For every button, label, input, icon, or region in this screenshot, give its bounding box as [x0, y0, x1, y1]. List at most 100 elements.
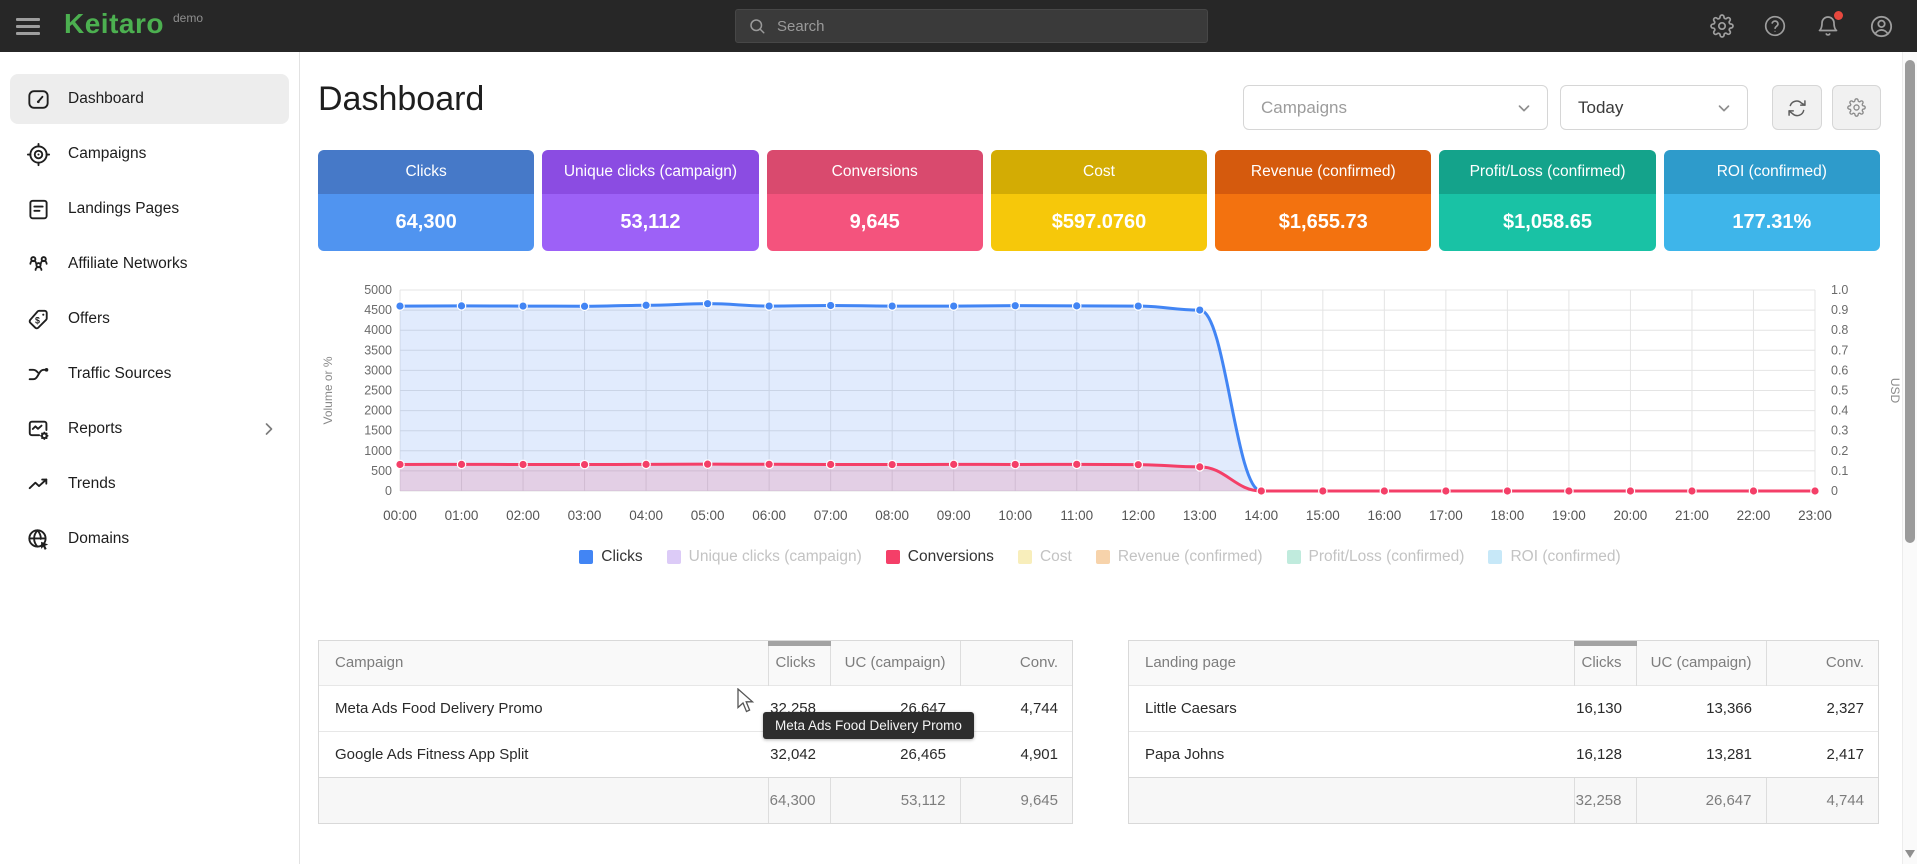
legend-swatch [1488, 550, 1502, 564]
sidebar-item-offers[interactable]: $Offers [10, 294, 289, 344]
column-header-uc-campaign[interactable]: UC (campaign) [1636, 641, 1766, 685]
svg-text:18:00: 18:00 [1490, 508, 1524, 523]
legend-item-profit-loss-confirmed[interactable]: Profit/Loss (confirmed) [1287, 548, 1465, 566]
sidebar-item-trends[interactable]: Trends [10, 459, 289, 509]
row-name-link[interactable]: Little Caesars [1129, 685, 1574, 731]
legend-item-revenue-confirmed[interactable]: Revenue (confirmed) [1096, 548, 1263, 566]
svg-text:08:00: 08:00 [875, 508, 909, 523]
sidebar-item-label: Offers [68, 310, 110, 328]
campaigns-filter-select[interactable]: Campaigns [1243, 85, 1548, 130]
legend-item-clicks[interactable]: Clicks [579, 548, 642, 566]
sidebar-item-affiliate-networks[interactable]: Affiliate Networks [10, 239, 289, 289]
stat-card-label: ROI (confirmed) [1664, 150, 1880, 194]
search-input[interactable] [777, 18, 1195, 35]
svg-text:5000: 5000 [364, 283, 392, 297]
total-value [319, 777, 768, 823]
column-header-campaign[interactable]: Campaign [319, 641, 768, 685]
legend-label: Unique clicks (campaign) [689, 548, 862, 566]
svg-text:0.4: 0.4 [1831, 404, 1848, 418]
period-filter-select[interactable]: Today [1560, 85, 1748, 130]
chevron-down-icon [1515, 99, 1533, 117]
scrollbar-track[interactable] [1902, 52, 1917, 864]
svg-text:21:00: 21:00 [1675, 508, 1709, 523]
totals-row: 32,25826,6474,744 [1129, 777, 1878, 823]
help-icon[interactable] [1763, 13, 1789, 39]
dashboard-icon [26, 86, 52, 112]
gear-icon [1847, 98, 1866, 117]
column-header-clicks[interactable]: Clicks [1574, 641, 1636, 685]
refresh-button[interactable] [1772, 85, 1822, 130]
sidebar-item-dashboard[interactable]: Dashboard [10, 74, 289, 124]
svg-text:0.9: 0.9 [1831, 303, 1848, 317]
svg-text:1500: 1500 [364, 424, 392, 438]
svg-text:1.0: 1.0 [1831, 283, 1848, 297]
legend-item-unique-clicks-campaign[interactable]: Unique clicks (campaign) [667, 548, 862, 566]
notifications-bell-icon[interactable] [1816, 13, 1842, 39]
legend-item-conversions[interactable]: Conversions [886, 548, 994, 566]
traffic-sources-icon [26, 361, 52, 387]
column-header-landing-page[interactable]: Landing page [1129, 641, 1574, 685]
app-logo[interactable]: Keitaro demo [64, 8, 203, 40]
sidebar-item-label: Reports [68, 420, 122, 438]
table-row: Papa Johns16,12813,2812,417 [1129, 731, 1878, 777]
stat-card-cost: Cost$597.0760 [991, 150, 1207, 251]
sidebar-item-label: Campaigns [68, 145, 146, 163]
legend-label: Profit/Loss (confirmed) [1309, 548, 1465, 566]
trends-icon [26, 471, 52, 497]
dashboard-settings-button[interactable] [1832, 85, 1881, 130]
column-header-uc-campaign[interactable]: UC (campaign) [830, 641, 960, 685]
svg-text:2500: 2500 [364, 384, 392, 398]
stat-card-revenue-confirmed: Revenue (confirmed)$1,655.73 [1215, 150, 1431, 251]
campaigns-filter-value: Campaigns [1261, 98, 1347, 118]
affiliate-networks-icon [26, 251, 52, 277]
column-header-clicks[interactable]: Clicks [768, 641, 830, 685]
sidebar-item-campaigns[interactable]: Campaigns [10, 129, 289, 179]
svg-text:00:00: 00:00 [383, 508, 417, 523]
sidebar-item-traffic-sources[interactable]: Traffic Sources [10, 349, 289, 399]
sidebar-item-landings-pages[interactable]: Landings Pages [10, 184, 289, 234]
sidebar-item-domains[interactable]: Domains [10, 514, 289, 564]
total-value: 26,647 [1636, 777, 1766, 823]
svg-text:22:00: 22:00 [1737, 508, 1771, 523]
stat-card-label: Profit/Loss (confirmed) [1439, 150, 1655, 194]
sidebar-item-reports[interactable]: Reports [10, 404, 289, 454]
sort-indicator [1574, 641, 1637, 646]
legend-label: Conversions [908, 548, 994, 566]
stat-card-value: $1,058.65 [1439, 194, 1655, 251]
column-header-conv[interactable]: Conv. [1766, 641, 1878, 685]
settings-icon[interactable] [1710, 13, 1736, 39]
svg-text:500: 500 [371, 464, 392, 478]
menu-icon[interactable] [16, 14, 42, 38]
table-row: Little Caesars16,13013,3662,327 [1129, 685, 1878, 731]
svg-text:0.2: 0.2 [1831, 444, 1848, 458]
svg-text:1000: 1000 [364, 444, 392, 458]
row-name-link[interactable]: Papa Johns [1129, 731, 1574, 777]
search-bar [735, 9, 1208, 43]
stat-cards-row: Clicks64,300Unique clicks (campaign)53,1… [318, 150, 1880, 251]
campaigns-icon [26, 141, 52, 167]
stat-card-unique-clicks-campaign: Unique clicks (campaign)53,112 [542, 150, 758, 251]
svg-text:13:00: 13:00 [1183, 508, 1217, 523]
scrollbar-thumb[interactable] [1905, 60, 1915, 543]
stat-card-label: Conversions [767, 150, 983, 194]
legend-item-cost[interactable]: Cost [1018, 548, 1072, 566]
total-value: 53,112 [830, 777, 960, 823]
sidebar-item-label: Landings Pages [68, 200, 179, 218]
svg-text:17:00: 17:00 [1429, 508, 1463, 523]
domains-icon [26, 526, 52, 552]
legend-item-roi-confirmed[interactable]: ROI (confirmed) [1488, 548, 1620, 566]
svg-text:0.8: 0.8 [1831, 323, 1848, 337]
svg-text:12:00: 12:00 [1121, 508, 1155, 523]
legend-swatch [667, 550, 681, 564]
user-account-icon[interactable] [1869, 13, 1895, 39]
svg-text:03:00: 03:00 [568, 508, 602, 523]
cell-value: 2,417 [1766, 731, 1878, 777]
svg-text:23:00: 23:00 [1798, 508, 1832, 523]
stat-card-roi-confirmed: ROI (confirmed)177.31% [1664, 150, 1880, 251]
row-name-link[interactable]: Google Ads Fitness App Split [319, 731, 768, 777]
scroll-down-arrow-icon[interactable] [1905, 850, 1915, 858]
total-value [1129, 777, 1574, 823]
total-value: 4,744 [1766, 777, 1878, 823]
column-header-conv[interactable]: Conv. [960, 641, 1072, 685]
row-name-link[interactable]: Meta Ads Food Delivery Promo [319, 685, 768, 731]
